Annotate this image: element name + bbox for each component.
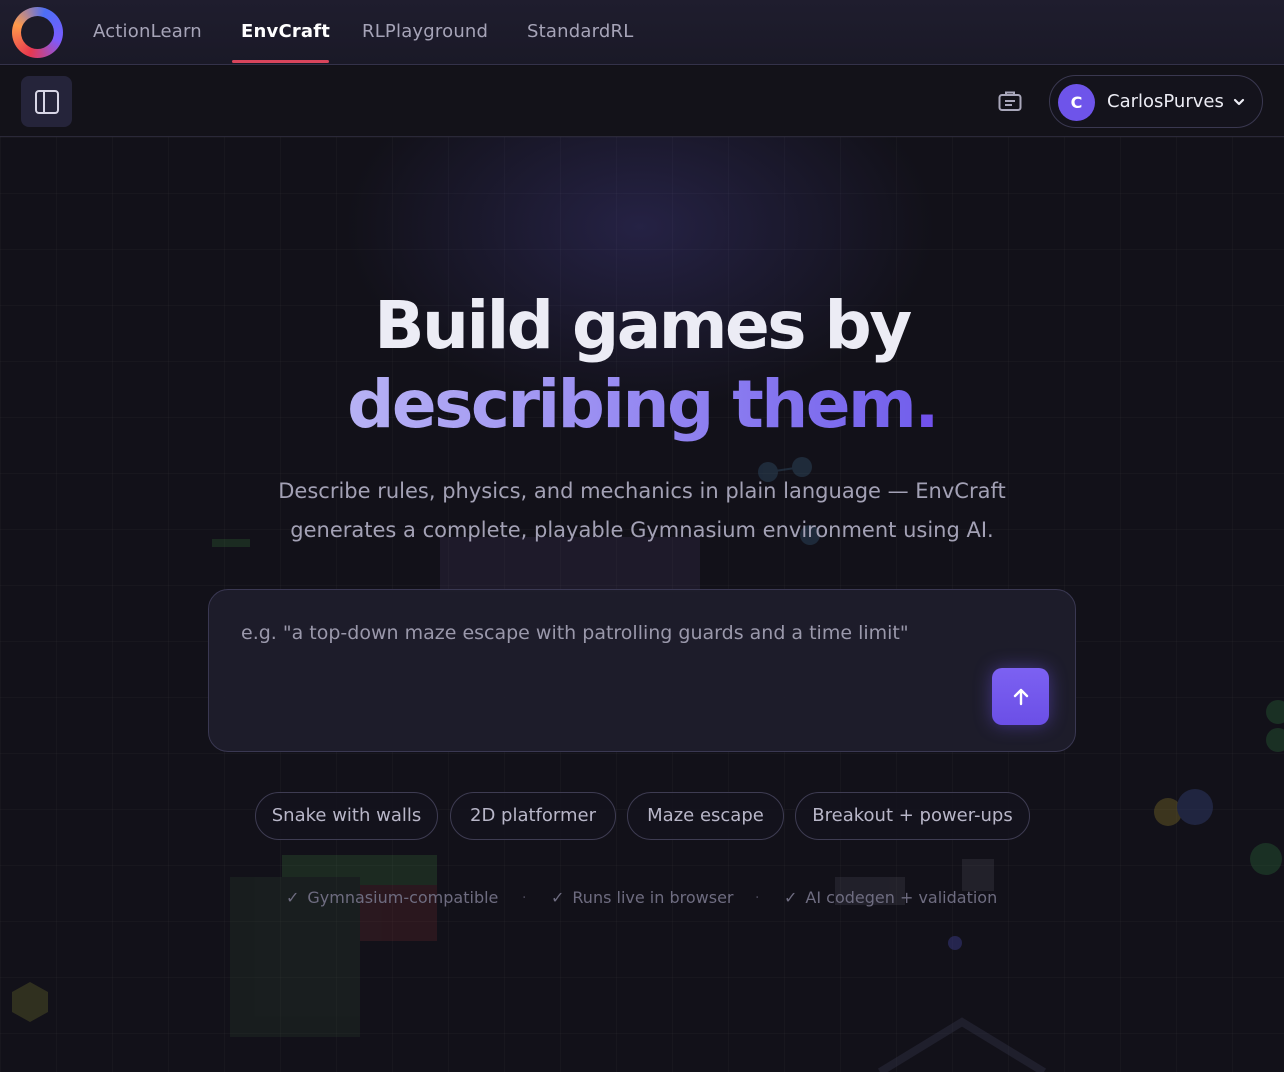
feature-item: ✓ Gymnasium-compatible [286, 887, 498, 909]
tab-rlplayground[interactable]: RLPlayground [362, 0, 488, 64]
top-nav: ActionLearn EnvCraft RLPlayground Standa… [0, 0, 1284, 65]
sidebar-panel-icon [34, 89, 59, 114]
headline-line-1: Build games by [374, 287, 912, 364]
check-icon: ✓ [286, 888, 300, 907]
separator-dot: · [755, 890, 760, 906]
subtitle-line-1: Describe rules, physics, and mechanics i… [278, 479, 1006, 503]
send-button[interactable] [992, 668, 1049, 725]
hero-subtitle: Describe rules, physics, and mechanics i… [242, 472, 1042, 550]
feature-item: ✓ Runs live in browser [551, 887, 733, 909]
active-tab-indicator [232, 60, 329, 63]
separator-dot: · [522, 890, 527, 906]
tab-envcraft[interactable]: EnvCraft [241, 0, 330, 64]
suggestion-chip[interactable]: Breakout + power-ups [795, 792, 1030, 840]
feature-label: AI codegen + validation [805, 888, 998, 907]
prompt-input[interactable] [241, 616, 981, 650]
sidebar-toggle-button[interactable] [21, 76, 72, 127]
suggestion-chip[interactable]: 2D platformer [450, 792, 616, 840]
headline-dot: . [914, 366, 939, 443]
arrow-up-icon [1013, 688, 1028, 705]
headline-gradient-text: describing them [347, 366, 917, 443]
prompt-box [208, 589, 1076, 752]
suggestion-chip[interactable]: Snake with walls [255, 792, 438, 840]
tab-standardrl[interactable]: StandardRL [527, 0, 633, 64]
check-icon: ✓ [551, 888, 565, 907]
app-logo[interactable] [12, 7, 63, 58]
briefcase-icon[interactable] [998, 90, 1022, 112]
feature-item: ✓ AI codegen + validation [784, 887, 997, 909]
subtitle-line-2: generates a complete, playable Gymnasium… [290, 518, 994, 542]
hero-section: Build games by describing them. Describe… [0, 137, 1284, 1072]
headline-line-2: describing them. [0, 366, 1284, 444]
feature-label: Runs live in browser [572, 888, 734, 907]
check-icon: ✓ [784, 888, 798, 907]
user-name: CarlosPurves [1107, 91, 1224, 112]
tab-actionlearn[interactable]: ActionLearn [93, 0, 202, 64]
chevron-down-icon [1233, 98, 1245, 106]
suggestion-chip[interactable]: Maze escape [627, 792, 784, 840]
user-menu-button[interactable]: C CarlosPurves [1049, 75, 1263, 128]
feature-label: Gymnasium-compatible [307, 888, 499, 907]
avatar: C [1058, 84, 1095, 121]
toolbar: C CarlosPurves [0, 66, 1284, 137]
